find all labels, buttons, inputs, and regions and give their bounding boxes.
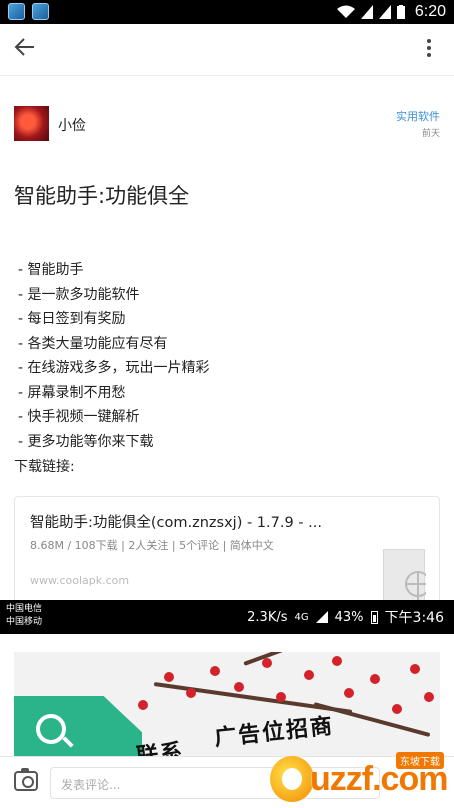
list-item: - 屏幕录制不用愁 — [18, 384, 126, 401]
camera-icon[interactable] — [14, 768, 38, 791]
author-name[interactable]: 小俭 — [58, 115, 86, 135]
link-card-url: www.coolapk.com — [30, 574, 130, 587]
cellular-signal-icon — [315, 611, 328, 623]
list-item: - 在线游戏多多，玩出一片精彩 — [18, 360, 210, 376]
site-watermark: uzzf.com 东坡下载 — [270, 752, 450, 806]
ad-banner[interactable]: 广告位招商 联系 — [14, 652, 440, 762]
battery-icon — [370, 610, 378, 624]
app-thumbnail — [383, 549, 431, 600]
battery-percent: 43% — [334, 609, 364, 625]
watermark-logo-icon — [270, 756, 314, 802]
carrier-label: 中国移动 — [6, 617, 43, 627]
feature-list: - 智能助手 - 是一款多功能软件 - 每日签到有奖励 - 各类大量功能应有尽有… — [18, 258, 438, 454]
status-time: 6:20 — [414, 3, 446, 20]
author-row: 小俭 实用软件 前天 — [14, 106, 440, 142]
cellular-signal-icon — [378, 5, 391, 19]
notification-app-icon — [32, 3, 49, 20]
network-speed: 2.3K/s — [247, 609, 288, 625]
more-options-icon[interactable] — [424, 36, 434, 64]
list-item: - 各类大量功能应有尽有 — [18, 335, 168, 352]
list-item: - 每日签到有奖励 — [18, 311, 126, 327]
status-bar: 6:20 — [0, 0, 454, 24]
back-arrow-icon[interactable] — [14, 36, 44, 64]
search-icon — [36, 714, 66, 744]
list-item: - 快手视频一键解析 — [18, 409, 140, 425]
cellular-signal-icon — [360, 5, 373, 19]
list-item: - 更多功能等你来下载 — [18, 433, 154, 450]
avatar[interactable] — [14, 106, 49, 141]
link-card-title: 智能助手:功能俱全(com.znzsxj) - 1.7.9 - ... — [30, 515, 322, 531]
link-card[interactable]: 智能助手:功能俱全(com.znzsxj) - 1.7.9 - ... 8.68… — [14, 496, 440, 600]
app-bar — [0, 24, 454, 76]
link-card-meta: 8.68M / 108下载 | 2人关注 | 5个评论 | 简体中文 — [30, 539, 274, 552]
network-type: 4G — [294, 611, 309, 623]
overlay-status-bar: 中国电信 中国移动 2.3K/s 4G 43% 下午3:46 — [0, 600, 454, 634]
post-time: 前天 — [421, 129, 440, 139]
category-tag[interactable]: 实用软件 — [396, 108, 440, 124]
wifi-icon — [336, 5, 355, 18]
overlay-time: 下午3:46 — [384, 610, 444, 626]
battery-icon — [396, 5, 405, 19]
post-title: 智能助手:功能俱全 — [14, 184, 190, 208]
ad-text: 广告位招商 — [213, 713, 336, 752]
carrier-label: 中国电信 — [6, 604, 43, 614]
download-label: 下载链接: — [14, 459, 75, 475]
watermark-badge: 东坡下载 — [396, 752, 444, 769]
list-item: - 是一款多功能软件 — [18, 286, 140, 303]
list-item: - 智能助手 — [18, 262, 84, 278]
notification-app-icon — [8, 3, 25, 20]
